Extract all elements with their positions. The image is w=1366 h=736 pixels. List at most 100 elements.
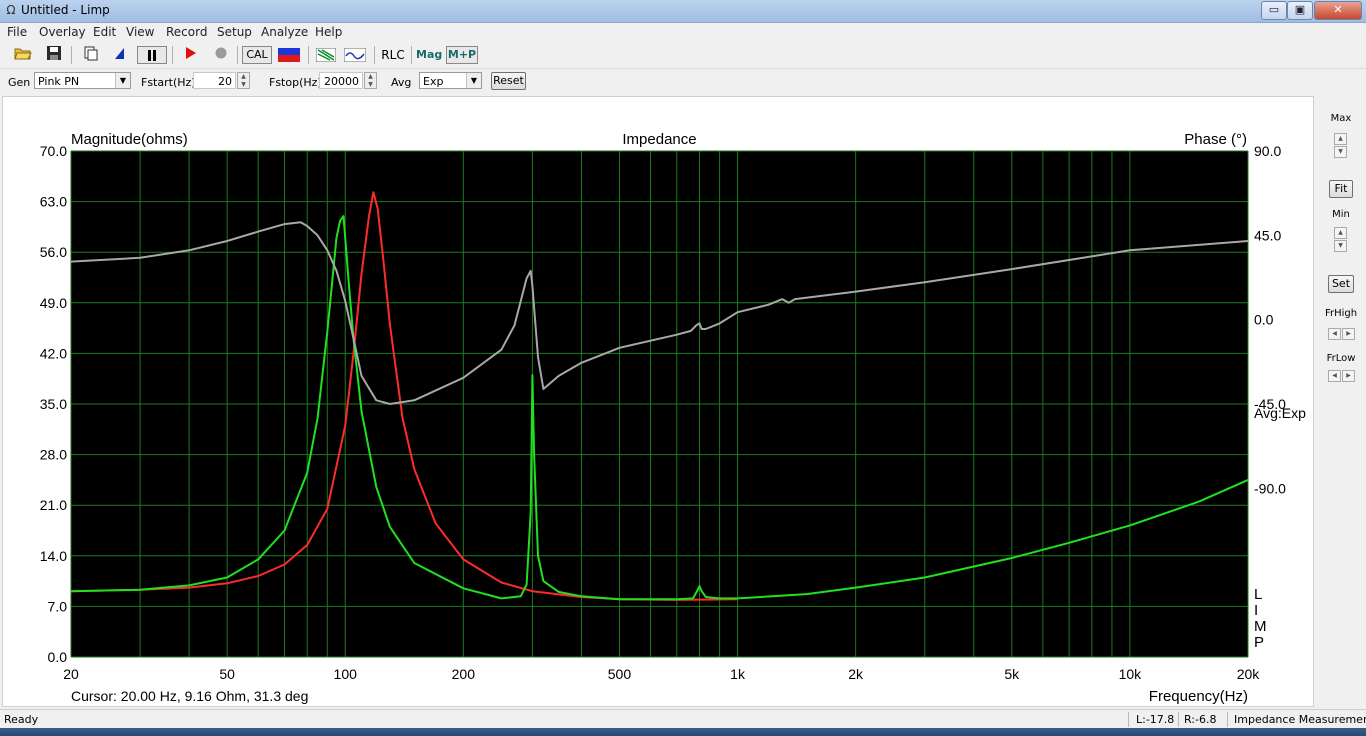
- y-tick-label: 14.0: [40, 548, 67, 564]
- y-tick-label: 70.0: [40, 143, 67, 159]
- avg-label: Avg: [391, 76, 412, 89]
- omega-icon: Ω: [6, 3, 16, 17]
- y-tick-label: 0.0: [48, 649, 68, 665]
- x-tick-label: 5k: [1004, 666, 1020, 682]
- copy-button[interactable]: [82, 45, 100, 65]
- close-icon: ✕: [1333, 3, 1343, 16]
- y-tick-label: 35.0: [40, 396, 67, 412]
- impedance-chart[interactable]: 70.0 63.0 56.0 49.0 42.0 35.0 28.0 21.0 14.0 7.0 0…: [3, 97, 1313, 706]
- flag-marker-icon: [115, 48, 124, 59]
- close-button[interactable]: ✕: [1314, 1, 1362, 20]
- frhigh-left-button[interactable]: ◀: [1328, 328, 1341, 340]
- frhigh-label: FrHigh: [1324, 308, 1358, 319]
- x-axis-label: Frequency(Hz): [1149, 688, 1248, 705]
- y-tick-label: 7.0: [48, 598, 68, 614]
- menu-overlay[interactable]: Overlay: [39, 25, 86, 39]
- status-ready: Ready: [4, 713, 39, 726]
- min-down-button[interactable]: ▼: [1334, 240, 1347, 252]
- avg-select[interactable]: Exp ▼: [419, 72, 482, 89]
- limp-letter: P: [1254, 634, 1264, 651]
- x-tick-label: 500: [608, 666, 632, 682]
- y2-tick-label: 90.0: [1254, 143, 1281, 159]
- frlow-left-button[interactable]: ◀: [1328, 370, 1341, 382]
- fstart-input[interactable]: 20: [193, 72, 236, 89]
- y-tick-label: 21.0: [40, 497, 67, 513]
- reset-button[interactable]: Reset: [491, 72, 526, 90]
- fstart-stepper[interactable]: ▲ ▼: [237, 72, 250, 89]
- frhigh-right-button[interactable]: ▶: [1342, 328, 1355, 340]
- status-right-level: R:-6.8: [1184, 713, 1217, 726]
- x-tick-label: 1k: [730, 666, 746, 682]
- record-button[interactable]: [180, 45, 200, 65]
- chart-title: Impedance: [622, 131, 696, 148]
- restore-icon: ▣: [1294, 3, 1306, 16]
- avg-annotation: Avg:Exp: [1254, 405, 1306, 421]
- y-axis-label: Magnitude(ohms): [71, 131, 188, 148]
- open-folder-icon: [14, 48, 32, 60]
- color-button[interactable]: [277, 45, 301, 65]
- y-tick-label: 28.0: [40, 447, 67, 463]
- mag-phase-button[interactable]: M+P: [446, 46, 478, 64]
- status-mode: Impedance Measuremen: [1234, 713, 1366, 726]
- status-left-level: L:-17.8: [1136, 713, 1175, 726]
- os-taskbar: [0, 728, 1366, 736]
- x-tick-label: 20k: [1237, 666, 1261, 682]
- min-label: Min: [1332, 209, 1350, 220]
- chevron-down-icon: ▼: [115, 73, 130, 88]
- mag-button[interactable]: Mag: [416, 45, 442, 65]
- menu-record[interactable]: Record: [166, 25, 207, 39]
- y2-tick-label: -90.0: [1254, 480, 1286, 496]
- menu-help[interactable]: Help: [315, 25, 342, 39]
- overlay-button[interactable]: [315, 45, 337, 65]
- open-button[interactable]: [13, 45, 33, 65]
- pause-button[interactable]: [137, 46, 167, 64]
- frlow-label: FrLow: [1326, 353, 1356, 364]
- frlow-right-button[interactable]: ▶: [1342, 370, 1355, 382]
- generator-bar: Gen Pink PN ▼ Fstart(Hz) 20 ▲ ▼ Fstop(Hz)…: [0, 69, 1366, 94]
- title-bar[interactable]: Ω Untitled - Limp ▭ ▣ ✕: [0, 0, 1366, 23]
- y2-tick-label: 0.0: [1254, 312, 1274, 328]
- scale-panel: Max ▲ ▼ Fit Min ▲ ▼ Set FrHigh ◀ ▶ FrLow…: [1316, 96, 1366, 707]
- fit-button[interactable]: Fit: [1329, 180, 1353, 198]
- save-disk-icon: [47, 46, 61, 60]
- save-button[interactable]: [44, 45, 64, 65]
- x-tick-label: 50: [219, 666, 235, 682]
- max-up-button[interactable]: ▲: [1334, 133, 1347, 145]
- y-tick-label: 56.0: [40, 244, 67, 260]
- toolbar: CAL RLC Mag M+P: [0, 42, 1366, 69]
- minimize-button[interactable]: ▭: [1261, 1, 1287, 20]
- menu-analyze[interactable]: Analyze: [261, 25, 308, 39]
- generator-select[interactable]: Pink PN ▼: [34, 72, 131, 89]
- min-up-button[interactable]: ▲: [1334, 227, 1347, 239]
- pause-icon: [148, 50, 156, 61]
- maximize-button[interactable]: ▣: [1287, 1, 1313, 20]
- rlc-button[interactable]: RLC: [380, 45, 406, 65]
- fstop-input[interactable]: 20000: [319, 72, 363, 89]
- graph-panel[interactable]: 70.0 63.0 56.0 49.0 42.0 35.0 28.0 21.0 14.0 7.0 0…: [2, 96, 1314, 707]
- calibration-button[interactable]: CAL: [242, 46, 272, 64]
- menu-view[interactable]: View: [126, 25, 154, 39]
- minimize-icon: ▭: [1268, 3, 1280, 16]
- cursor-readout: Cursor: 20.00 Hz, 9.16 Ohm, 31.3 deg: [71, 688, 308, 704]
- marker-button[interactable]: [110, 45, 128, 65]
- y2-tick-label: 45.0: [1254, 227, 1281, 243]
- menu-edit[interactable]: Edit: [93, 25, 116, 39]
- menu-file[interactable]: File: [7, 25, 27, 39]
- copy-icon: [84, 46, 98, 61]
- curve-button[interactable]: [343, 45, 367, 65]
- fstop-stepper[interactable]: ▲ ▼: [364, 72, 377, 89]
- x-tick-label: 10k: [1119, 666, 1143, 682]
- stop-button[interactable]: [211, 45, 231, 65]
- set-button[interactable]: Set: [1328, 275, 1354, 293]
- window-title: Untitled - Limp: [21, 3, 110, 17]
- limp-letter: M: [1254, 618, 1267, 635]
- fstop-label: Fstop(Hz): [269, 76, 322, 89]
- menu-setup[interactable]: Setup: [217, 25, 252, 39]
- max-down-button[interactable]: ▼: [1334, 146, 1347, 158]
- mag-label: Mag: [416, 48, 443, 61]
- play-record-icon: [186, 47, 196, 59]
- curve-wave-icon: [343, 47, 367, 63]
- y2-axis-label: Phase (°): [1184, 131, 1247, 148]
- generator-value: Pink PN: [38, 75, 80, 88]
- x-tick-label: 20: [63, 666, 79, 682]
